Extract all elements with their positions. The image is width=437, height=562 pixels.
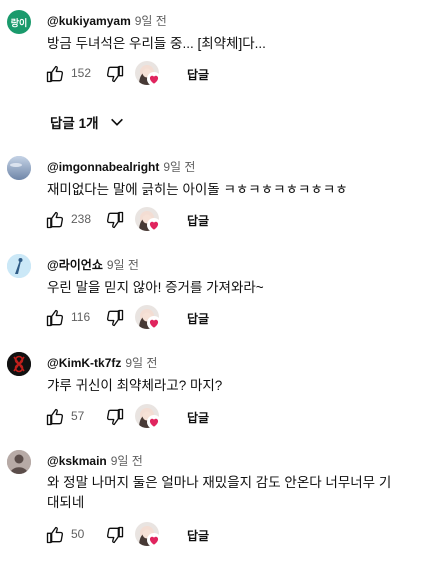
comment-text: 재미없다는 말에 긁히는 아이돌 ㅋㅎㅋㅎㅋㅎㅋㅎㅋㅎ — [47, 182, 348, 197]
timestamp[interactable]: 9일 전 — [135, 14, 167, 28]
creator-heart-badge — [135, 404, 163, 432]
replies-toggle[interactable]: 답글 1개 — [50, 112, 125, 132]
timestamp[interactable]: 9일 전 — [107, 258, 139, 272]
timestamp[interactable]: 9일 전 — [163, 160, 195, 174]
comment-header: @kskmain 9일 전 — [47, 452, 143, 469]
thumbs-down-icon[interactable] — [105, 525, 125, 545]
timestamp[interactable]: 9일 전 — [111, 454, 143, 468]
thumbs-down-icon[interactable] — [105, 64, 125, 84]
avatar[interactable]: 랑이 — [7, 10, 31, 34]
thumbs-down-icon[interactable] — [105, 210, 125, 230]
heart-icon — [147, 533, 161, 547]
thumbs-up-icon[interactable] — [45, 308, 65, 328]
author-name[interactable]: @imgonnabealright — [47, 160, 159, 174]
comment-text-line-2: 대되네 — [47, 495, 85, 510]
thumbs-up-icon[interactable] — [45, 210, 65, 230]
like-count: 238 — [71, 212, 92, 226]
comment-text: 갸루 귀신이 최약체라고? 마지? — [47, 378, 223, 393]
replies-count-label: 답글 1개 — [50, 116, 99, 131]
creator-heart-badge — [135, 305, 163, 333]
comment-actions: 57 답글 — [45, 404, 345, 432]
like-count: 116 — [71, 310, 91, 324]
author-name[interactable]: @kskmain — [47, 454, 107, 468]
comment-actions: 116 답글 — [45, 305, 345, 333]
heart-icon — [147, 72, 161, 86]
avatar[interactable] — [7, 352, 31, 376]
thumbs-up-icon[interactable] — [45, 407, 65, 427]
comment-header: @라이언쇼 9일 전 — [47, 256, 139, 273]
heart-icon — [147, 415, 161, 429]
avatar[interactable] — [7, 450, 31, 474]
thumbs-up-icon[interactable] — [45, 525, 65, 545]
reply-button[interactable]: 답글 — [187, 409, 209, 426]
thumbs-down-icon[interactable] — [105, 308, 125, 328]
avatar[interactable] — [7, 156, 31, 180]
comment-header: @imgonnabealright 9일 전 — [47, 158, 195, 175]
comment-actions: 50 답글 — [45, 522, 345, 550]
heart-icon — [147, 316, 161, 330]
author-name[interactable]: @KimK-tk7fz — [47, 356, 121, 370]
comment-header: @kukiyamyam 9일 전 — [47, 12, 167, 29]
thumbs-down-icon[interactable] — [105, 407, 125, 427]
comment-actions: 152 답글 — [45, 61, 345, 89]
creator-heart-badge — [135, 522, 163, 550]
author-name[interactable]: @kukiyamyam — [47, 14, 131, 28]
chevron-down-icon — [110, 118, 123, 126]
reply-button[interactable]: 답글 — [187, 66, 209, 83]
reply-button[interactable]: 답글 — [187, 527, 209, 544]
comment-text: 방금 두녀석은 우리들 중... [최약체]다... — [47, 36, 266, 51]
comment-text-line-1: 와 정말 나머지 둘은 얼마나 재밌을지 감도 안온다 너무너무 기 — [47, 475, 392, 490]
like-count: 50 — [71, 527, 85, 541]
avatar-text: 랑이 — [10, 17, 28, 28]
reply-button[interactable]: 답글 — [187, 212, 209, 229]
comment-actions: 238 답글 — [45, 207, 345, 235]
timestamp[interactable]: 9일 전 — [125, 356, 157, 370]
comment-header: @KimK-tk7fz 9일 전 — [47, 354, 157, 371]
author-name[interactable]: @라이언쇼 — [47, 258, 103, 272]
comment-text: 우린 말을 믿지 않아! 증거를 가져와라~ — [47, 280, 264, 295]
thumbs-up-icon[interactable] — [45, 64, 65, 84]
reply-button[interactable]: 답글 — [187, 310, 209, 327]
heart-icon — [147, 218, 161, 232]
creator-heart-badge — [135, 61, 163, 89]
avatar[interactable] — [7, 254, 31, 278]
like-count: 152 — [71, 66, 92, 80]
like-count: 57 — [71, 409, 85, 423]
creator-heart-badge — [135, 207, 163, 235]
